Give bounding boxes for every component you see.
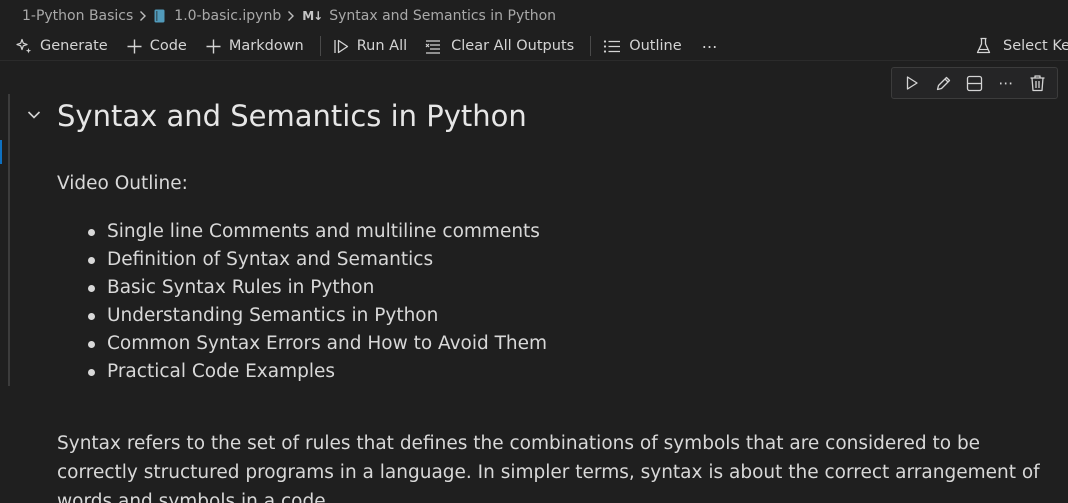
trash-icon (1030, 75, 1045, 92)
generate-label: Generate (40, 38, 108, 54)
cell-focus-indicator (0, 140, 2, 164)
toolbar-separator (0, 60, 1068, 61)
code-label: Code (149, 38, 187, 54)
video-outline-list: Single line Comments and multiline comme… (57, 218, 547, 386)
run-all-label: Run All (356, 38, 408, 54)
markdown-icon: M↓ (302, 9, 323, 23)
breadcrumb-section[interactable]: M↓ Syntax and Semantics in Python (302, 8, 556, 24)
delete-cell-button[interactable] (1023, 70, 1051, 96)
run-all-button[interactable]: Run All (333, 34, 407, 58)
clear-all-outputs-label: Clear All Outputs (451, 38, 575, 54)
select-kernel-label: Select Ke (1003, 38, 1068, 54)
breadcrumb-notebook-label: 1.0-basic.ipynb (174, 8, 282, 24)
notebook-file-icon (154, 9, 165, 23)
list-item: Single line Comments and multiline comme… (87, 218, 547, 246)
clear-all-icon (425, 39, 441, 54)
outline-label: Outline (629, 38, 682, 54)
add-code-cell-button[interactable]: Code (126, 34, 187, 58)
run-all-icon (334, 39, 348, 53)
split-cell-button[interactable] (960, 70, 988, 96)
video-outline-label: Video Outline: (57, 173, 188, 194)
cell-toolbar: ⋯ (891, 67, 1058, 99)
chevron-right-icon (138, 10, 148, 22)
list-item: Basic Syntax Rules in Python (87, 274, 547, 302)
toolbar-divider (590, 36, 592, 56)
toolbar-divider (319, 36, 321, 56)
run-cell-button[interactable] (898, 70, 926, 96)
play-icon (906, 76, 918, 90)
plus-icon (206, 39, 221, 53)
plus-icon (127, 39, 142, 53)
edit-cell-button[interactable] (929, 70, 957, 96)
outline-button[interactable]: Outline (603, 34, 682, 58)
split-cell-icon (966, 75, 983, 91)
notebook-editor: 1-Python Basics 1.0-basic.ipynb M↓ Synta… (0, 0, 1068, 503)
markdown-label: Markdown (228, 38, 304, 54)
list-item: Definition of Syntax and Semantics (87, 246, 547, 274)
breadcrumb-section-label: Syntax and Semantics in Python (329, 8, 557, 24)
more-actions-button[interactable]: ⋯ (702, 34, 719, 58)
cell-gutter (8, 94, 10, 386)
breadcrumb: 1-Python Basics 1.0-basic.ipynb M↓ Synta… (0, 0, 1068, 32)
breadcrumb-folder[interactable]: 1-Python Basics (22, 8, 133, 24)
pencil-icon (936, 76, 950, 90)
generate-button[interactable]: Generate (16, 34, 108, 58)
add-markdown-cell-button[interactable]: Markdown (205, 34, 304, 58)
breadcrumb-notebook[interactable]: 1.0-basic.ipynb (154, 8, 281, 24)
chevron-down-icon[interactable] (25, 106, 43, 124)
list-item: Common Syntax Errors and How to Avoid Th… (87, 330, 547, 358)
notebook-toolbar: Generate Code Markdown Run All Clear All… (0, 32, 1068, 60)
list-icon (604, 39, 621, 53)
chevron-right-icon (286, 10, 296, 22)
select-kernel-button[interactable]: Select Ke (976, 34, 1068, 58)
more-cell-actions-button[interactable]: ⋯ (992, 70, 1020, 96)
flask-icon (976, 37, 991, 54)
list-item: Practical Code Examples (87, 358, 547, 386)
clear-all-outputs-button[interactable]: Clear All Outputs (425, 34, 574, 58)
sparkle-icon (16, 38, 32, 53)
list-item: Understanding Semantics in Python (87, 302, 547, 330)
syntax-definition-paragraph: Syntax refers to the set of rules that d… (57, 433, 1040, 503)
cell-heading: Syntax and Semantics in Python (57, 99, 527, 133)
